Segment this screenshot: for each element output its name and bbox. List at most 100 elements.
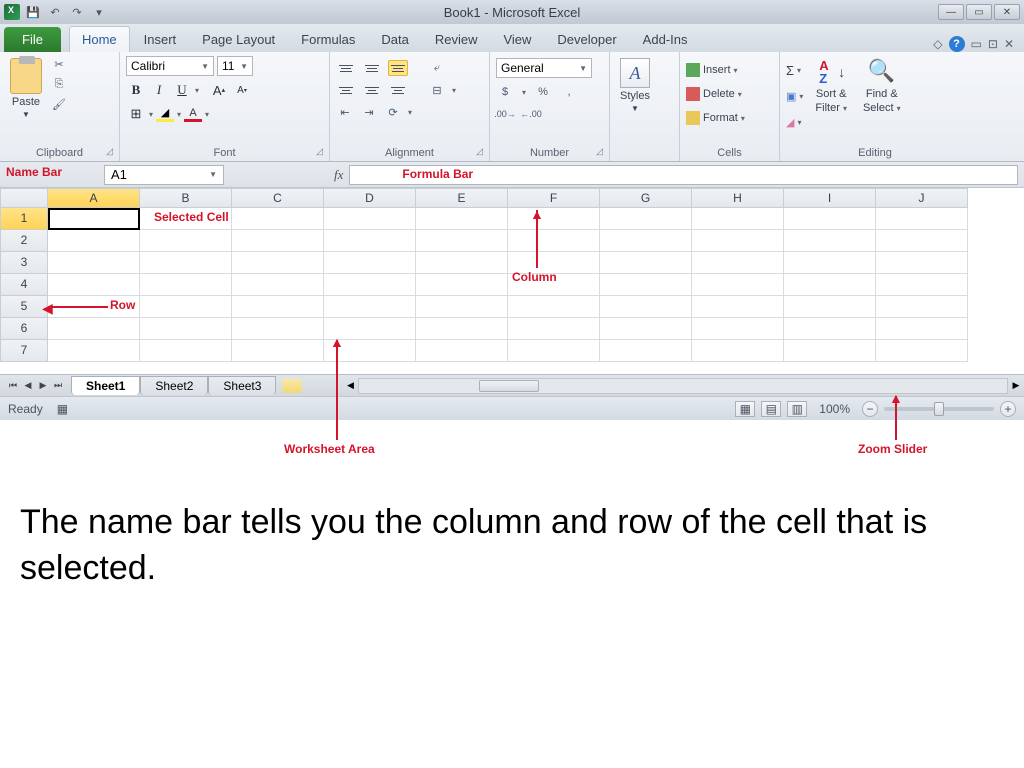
cell[interactable] [692,208,784,230]
cell[interactable] [692,252,784,274]
indent-increase-icon[interactable]: ⇥ [360,104,378,120]
hscroll-right-icon[interactable]: ▶ [1008,380,1024,391]
name-box-dropdown-icon[interactable]: ▼ [209,170,217,179]
align-center-icon[interactable] [362,82,382,98]
col-header-c[interactable]: C [232,188,324,208]
cell[interactable] [416,230,508,252]
zoom-level[interactable]: 100% [819,402,850,416]
italic-button[interactable]: I [149,80,169,100]
col-header-j[interactable]: J [876,188,968,208]
cell[interactable] [140,318,232,340]
zoom-thumb[interactable] [934,402,944,416]
cell[interactable] [784,230,876,252]
font-launcher-icon[interactable]: ◿ [316,146,323,157]
align-top-icon[interactable] [336,60,356,76]
number-format-selector[interactable]: General▼ [496,58,592,78]
name-box[interactable]: A1 ▼ [104,165,224,185]
window-restore-icon[interactable]: ⊡ [988,37,998,51]
row-header-1[interactable]: 1 [0,208,48,230]
cell[interactable] [876,340,968,362]
window-min-icon[interactable]: ▭ [971,37,982,51]
underline-button[interactable]: U [172,80,192,100]
sheet-nav-last-icon[interactable]: ⏭ [51,379,65,393]
align-right-icon[interactable] [388,82,408,98]
col-header-i[interactable]: I [784,188,876,208]
cell[interactable] [140,252,232,274]
horizontal-scroll[interactable]: ◀ ▶ [342,378,1024,394]
merge-icon[interactable]: ⊟ [428,82,446,98]
ribbon-minimize-icon[interactable]: ◇ [933,37,942,51]
cell[interactable] [416,340,508,362]
cell[interactable] [48,318,140,340]
orientation-icon[interactable]: ⟳ [384,104,402,120]
cell[interactable] [508,230,600,252]
hscroll-track[interactable] [358,378,1008,394]
cell[interactable] [876,230,968,252]
qat-customize-icon[interactable]: ▾ [90,3,108,21]
cell[interactable] [48,274,140,296]
cell[interactable] [508,318,600,340]
col-header-a[interactable]: A [48,188,140,208]
tab-view[interactable]: View [491,27,543,52]
fill-button[interactable]: ▣ ▾ [786,86,803,106]
number-launcher-icon[interactable]: ◿ [596,146,603,157]
cell[interactable] [876,208,968,230]
cell[interactable] [508,296,600,318]
cell[interactable] [876,252,968,274]
cell[interactable] [600,274,692,296]
shrink-font-icon[interactable]: A▾ [232,80,252,100]
zoom-in-button[interactable]: + [1000,401,1016,417]
cell[interactable] [600,340,692,362]
sheet-tab-3[interactable]: Sheet3 [208,376,276,395]
tab-review[interactable]: Review [423,27,490,52]
tab-developer[interactable]: Developer [545,27,628,52]
cell[interactable] [600,208,692,230]
cell[interactable] [692,318,784,340]
align-bottom-icon[interactable] [388,60,408,76]
hscroll-thumb[interactable] [479,380,539,392]
cell[interactable]: Selected Cell [140,208,232,230]
cut-icon[interactable]: ✂ [50,56,68,72]
cell[interactable] [48,230,140,252]
new-sheet-icon[interactable] [282,379,302,393]
cell[interactable] [232,296,324,318]
view-normal-icon[interactable]: ▦ [735,401,755,417]
bold-button[interactable]: B [126,80,146,100]
row-header-6[interactable]: 6 [0,318,48,340]
cell[interactable]: Row [140,296,232,318]
align-middle-icon[interactable] [362,60,382,76]
cell[interactable] [876,318,968,340]
close-button[interactable]: ✕ [994,4,1020,20]
cell[interactable] [232,340,324,362]
formula-bar[interactable]: Formula Bar [349,165,1018,185]
sheet-nav-next-icon[interactable]: ▶ [36,379,50,393]
currency-icon[interactable]: $ [496,84,514,100]
col-header-g[interactable]: G [600,188,692,208]
sheet-tab-1[interactable]: Sheet1 [71,376,140,395]
minimize-button[interactable]: — [938,4,964,20]
cell[interactable] [324,208,416,230]
col-header-d[interactable]: D [324,188,416,208]
cell[interactable] [784,340,876,362]
qat-undo-icon[interactable]: ↶ [46,3,64,21]
col-header-b[interactable]: B [140,188,232,208]
col-header-h[interactable]: H [692,188,784,208]
cell[interactable] [232,208,324,230]
row-header-4[interactable]: 4 [0,274,48,296]
worksheet-area[interactable]: A B C D E F G H I J 1Selected Cell 2 3 4… [0,188,1024,374]
cell[interactable] [784,274,876,296]
cell[interactable] [324,252,416,274]
maximize-button[interactable]: ▭ [966,4,992,20]
sort-filter-button[interactable]: A Z ↓ Sort & Filter ▾ [811,56,851,116]
tab-home[interactable]: Home [69,26,130,52]
tab-data[interactable]: Data [369,27,420,52]
paste-button[interactable]: Paste ▼ [6,56,46,121]
col-header-f[interactable]: F [508,188,600,208]
alignment-launcher-icon[interactable]: ◿ [476,146,483,157]
cell[interactable] [232,318,324,340]
tab-formulas[interactable]: Formulas [289,27,367,52]
view-pagelayout-icon[interactable]: ▤ [761,401,781,417]
qat-save-icon[interactable]: 💾 [24,3,42,21]
cell[interactable] [692,274,784,296]
cell[interactable] [784,208,876,230]
